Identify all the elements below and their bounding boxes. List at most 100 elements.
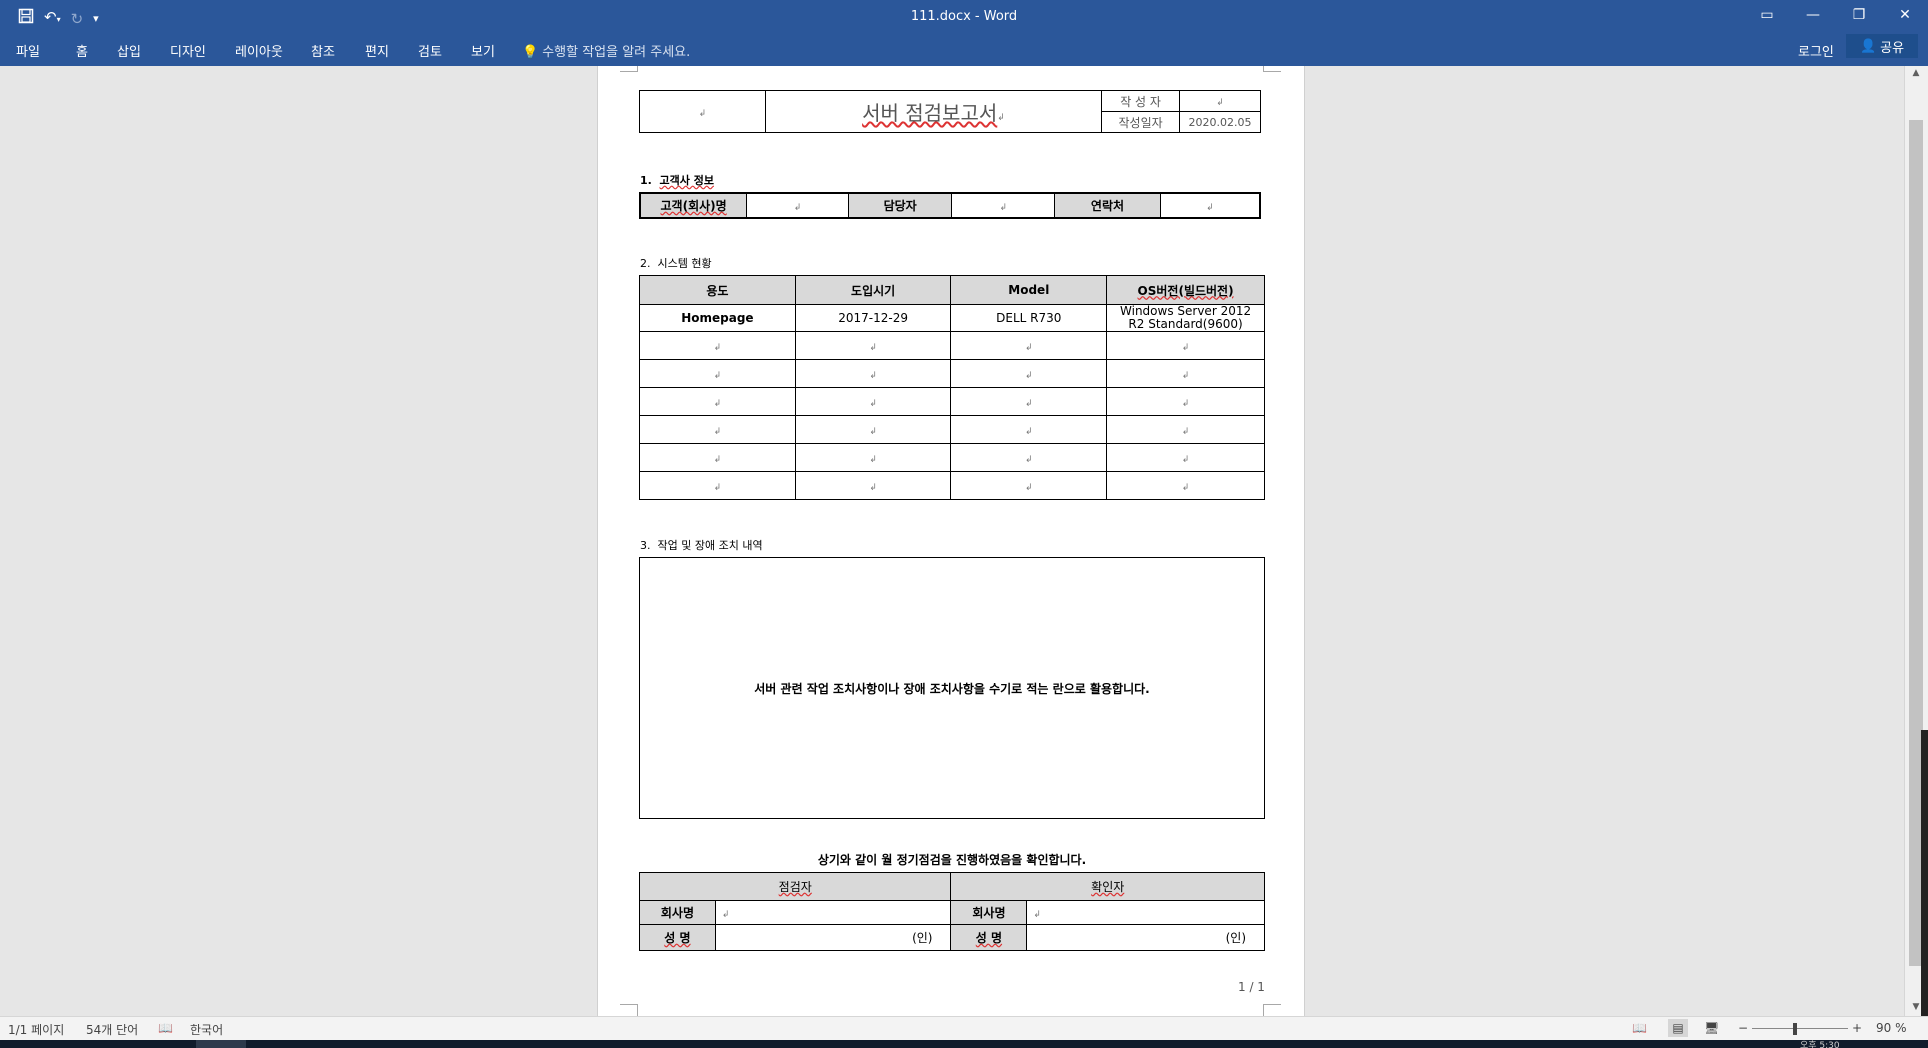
- empty-cell[interactable]: ↲: [639, 359, 796, 388]
- cell-os-version[interactable]: Windows Server 2012 R2 Standard(9600): [1106, 304, 1265, 332]
- margin-corner-marker: [1263, 66, 1281, 72]
- table-row: ↲ ↲ ↲ ↲: [639, 359, 1265, 388]
- read-mode-icon[interactable]: 📖: [1632, 1021, 1647, 1035]
- zoom-out-icon[interactable]: −: [1738, 1021, 1748, 1035]
- author-value[interactable]: ↲: [1179, 90, 1261, 112]
- share-button[interactable]: 👤 공유: [1846, 34, 1918, 58]
- scroll-up-icon[interactable]: ▲: [1905, 68, 1927, 78]
- share-label: 공유: [1880, 40, 1905, 56]
- empty-cell[interactable]: ↲: [950, 387, 1108, 416]
- section-3-heading: 3. 작업 및 장애 조치 내역: [640, 539, 763, 552]
- minimize-icon[interactable]: —: [1790, 0, 1836, 30]
- document-page[interactable]: ↲ 서버 점검보고서↲ 작 성 자 ↲ 작성일자 2020.02.05 1. 고…: [597, 66, 1305, 1016]
- section-1-heading: 1. 고객사 정보: [640, 174, 714, 187]
- login-link[interactable]: 로그인: [1798, 41, 1834, 60]
- tell-me-box[interactable]: 💡 수행할 작업을 알려 주세요.: [522, 41, 690, 60]
- status-bar: 1/1 페이지 54개 단어 📖 한국어 📖 ▤ 🖥 − + 90 %: [0, 1016, 1928, 1040]
- empty-cell[interactable]: ↲: [639, 331, 796, 360]
- empty-cell[interactable]: ↲: [1106, 359, 1265, 388]
- contact-label: 연락처: [1054, 192, 1161, 219]
- inspector-company-label: 회사명: [639, 900, 716, 925]
- zoom-level[interactable]: 90 %: [1876, 1021, 1907, 1035]
- empty-cell[interactable]: ↲: [794, 471, 952, 500]
- approver-company-label: 회사명: [950, 900, 1028, 925]
- print-layout-icon[interactable]: ▤: [1668, 1019, 1688, 1037]
- tab-home[interactable]: 홈: [76, 41, 88, 60]
- empty-cell[interactable]: ↲: [794, 331, 952, 360]
- approver-company-value[interactable]: ↲: [1026, 900, 1265, 925]
- empty-cell[interactable]: ↲: [1106, 471, 1265, 500]
- logo-cell[interactable]: ↲: [639, 90, 766, 133]
- margin-corner-marker: [620, 66, 638, 72]
- cell-model[interactable]: DELL R730: [950, 304, 1108, 332]
- tab-references[interactable]: 참조: [311, 41, 335, 60]
- empty-cell[interactable]: ↲: [950, 331, 1108, 360]
- date-value[interactable]: 2020.02.05: [1179, 111, 1261, 133]
- empty-cell[interactable]: ↲: [950, 415, 1108, 444]
- author-label: 작 성 자: [1101, 90, 1180, 112]
- taskbar-clock: 오후 5:30: [1800, 1041, 1840, 1048]
- zoom-slider-thumb[interactable]: [1792, 1023, 1797, 1035]
- empty-cell[interactable]: ↲: [1106, 415, 1265, 444]
- document-workspace[interactable]: ↲ 서버 점검보고서↲ 작 성 자 ↲ 작성일자 2020.02.05 1. 고…: [0, 66, 1904, 1016]
- cell-use[interactable]: Homepage: [639, 304, 796, 332]
- report-header-table: ↲ 서버 점검보고서↲ 작 성 자 ↲ 작성일자 2020.02.05: [639, 90, 1261, 133]
- empty-cell[interactable]: ↲: [639, 443, 796, 472]
- screen-edge: [1921, 730, 1928, 1016]
- work-log-text: 서버 관련 작업 조치사항이나 장애 조치사항을 수기로 적는 란으로 활용합니…: [754, 681, 1150, 696]
- empty-cell[interactable]: ↲: [639, 415, 796, 444]
- tab-view[interactable]: 보기: [471, 41, 495, 60]
- close-icon[interactable]: ✕: [1882, 0, 1928, 30]
- empty-cell[interactable]: ↲: [794, 387, 952, 416]
- cell-install-date[interactable]: 2017-12-29: [794, 304, 952, 332]
- approver-header: 확인자: [950, 872, 1265, 901]
- date-label: 작성일자: [1101, 111, 1180, 133]
- company-label: 고객(회사)명: [639, 192, 748, 219]
- tab-layout[interactable]: 레이아웃: [235, 41, 283, 60]
- report-title[interactable]: 서버 점검보고서↲: [764, 90, 1103, 133]
- empty-cell[interactable]: ↲: [639, 471, 796, 500]
- empty-cell[interactable]: ↲: [1106, 443, 1265, 472]
- empty-cell[interactable]: ↲: [794, 443, 952, 472]
- zoom-slider-track[interactable]: [1752, 1028, 1848, 1029]
- empty-cell[interactable]: ↲: [950, 443, 1108, 472]
- inspector-company-value[interactable]: ↲: [714, 900, 952, 925]
- proofing-icon[interactable]: 📖: [158, 1021, 173, 1035]
- zoom-in-icon[interactable]: +: [1852, 1021, 1862, 1035]
- restore-icon[interactable]: ❐: [1836, 0, 1882, 30]
- tab-design[interactable]: 디자인: [170, 41, 206, 60]
- empty-cell[interactable]: ↲: [1106, 331, 1265, 360]
- taskbar-active-item[interactable]: [196, 1040, 246, 1048]
- manager-value[interactable]: ↲: [951, 192, 1056, 219]
- confirm-statement: 상기와 같이 월 정기점검을 진행하였음을 확인합니다.: [817, 853, 1087, 867]
- empty-cell[interactable]: ↲: [950, 471, 1108, 500]
- table-row: ↲ ↲ ↲ ↲: [639, 443, 1265, 472]
- approver-name-value[interactable]: (인): [1026, 924, 1265, 951]
- window-title: 111.docx - Word: [910, 9, 1018, 24]
- contact-value[interactable]: ↲: [1159, 192, 1261, 219]
- work-log-box[interactable]: 서버 관련 작업 조치사항이나 장애 조치사항을 수기로 적는 란으로 활용합니…: [639, 557, 1265, 819]
- user-icon: 👤: [1859, 38, 1877, 54]
- company-value[interactable]: ↲: [746, 192, 849, 219]
- inspector-name-value[interactable]: (인): [714, 924, 952, 951]
- empty-cell[interactable]: ↲: [794, 359, 952, 388]
- language-status[interactable]: 한국어: [190, 1021, 223, 1038]
- page-count-status[interactable]: 1/1 페이지: [8, 1021, 64, 1038]
- ribbon-display-options-icon[interactable]: ▭: [1744, 0, 1790, 30]
- tab-insert[interactable]: 삽입: [117, 41, 141, 60]
- empty-cell[interactable]: ↲: [794, 415, 952, 444]
- word-count-status[interactable]: 54개 단어: [86, 1021, 138, 1038]
- web-layout-icon[interactable]: 🖥: [1704, 1021, 1719, 1035]
- col-header-os-version: OS버전(빌드버전): [1106, 275, 1265, 305]
- manager-label: 담당자: [847, 192, 953, 219]
- tab-review[interactable]: 검토: [418, 41, 442, 60]
- empty-cell[interactable]: ↲: [950, 359, 1108, 388]
- empty-cell[interactable]: ↲: [639, 387, 796, 416]
- empty-cell[interactable]: ↲: [1106, 387, 1265, 416]
- tab-file[interactable]: 파일: [16, 41, 40, 60]
- tab-mailings[interactable]: 편지: [365, 41, 389, 60]
- table-row: ↲ ↲ ↲ ↲: [639, 415, 1265, 444]
- signature-table: 점검자 확인자 회사명 ↲ 회사명 ↲ 성 명 (인) 성 명 (인): [638, 872, 1265, 951]
- table-row: ↲ ↲ ↲ ↲: [639, 471, 1265, 500]
- section-2-heading: 2. 시스템 현황: [640, 257, 712, 270]
